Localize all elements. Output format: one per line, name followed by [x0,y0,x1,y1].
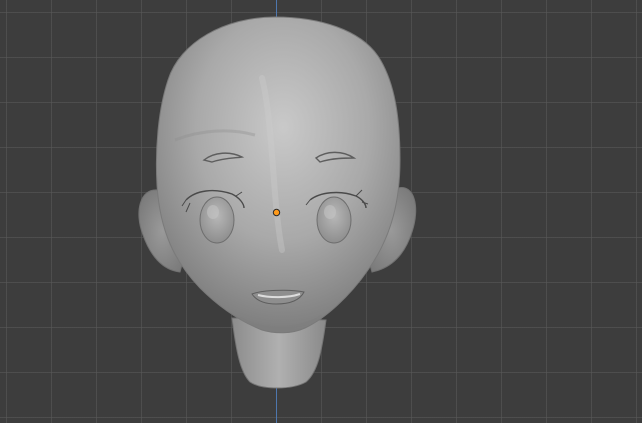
origin-dot-icon[interactable] [272,208,281,217]
head-surface[interactable] [155,16,401,334]
head-model[interactable] [0,0,642,423]
3d-viewport[interactable] [0,0,642,423]
